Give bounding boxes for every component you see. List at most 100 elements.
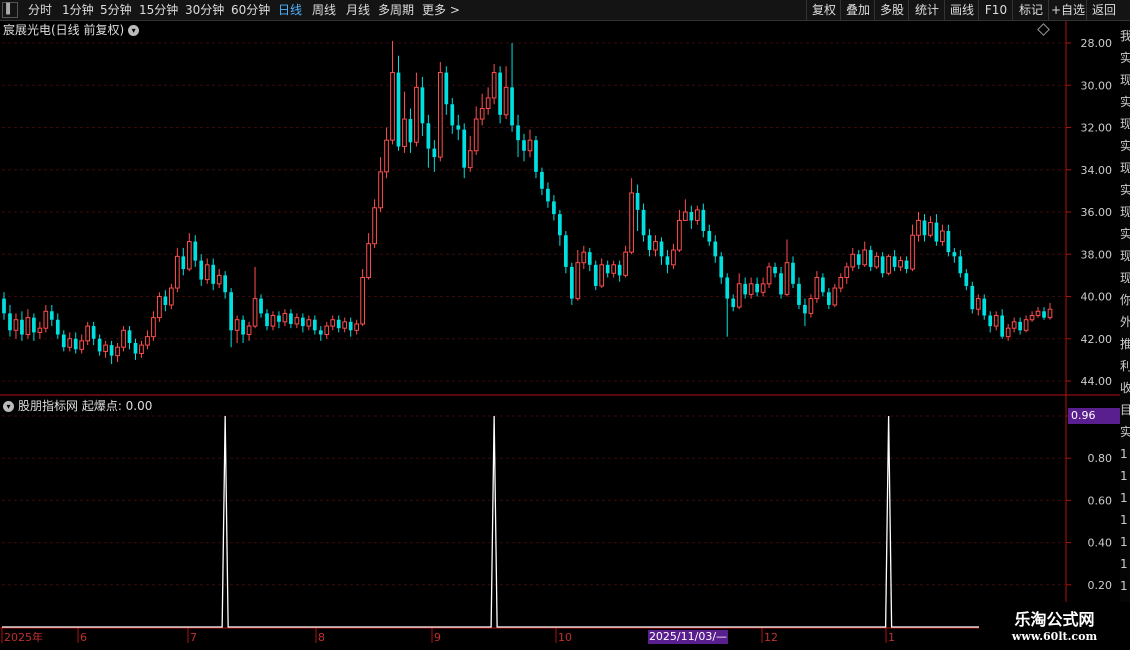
period-tab-3[interactable]: 15分钟 xyxy=(139,0,178,20)
candlestick-series[interactable] xyxy=(2,40,1053,365)
candle xyxy=(498,66,502,124)
candle xyxy=(516,114,520,158)
candle xyxy=(558,209,562,246)
side-info-char: 实 xyxy=(1120,183,1130,197)
side-info-char: 实 xyxy=(1120,51,1130,65)
candle xyxy=(719,252,724,284)
candle-body xyxy=(55,319,60,335)
candle xyxy=(736,273,742,310)
toolbar-button-5[interactable]: F10 xyxy=(978,0,1013,20)
candle-body xyxy=(647,235,652,251)
candle-body xyxy=(760,283,766,293)
side-info-char: 利 xyxy=(1120,359,1130,373)
chevron-down-icon[interactable]: ▾ xyxy=(128,25,140,36)
candle xyxy=(928,216,933,238)
candle-body xyxy=(898,260,903,268)
price-tick-label: 42.00 xyxy=(1081,333,1113,346)
candle xyxy=(432,140,437,172)
period-tab-2[interactable]: 5分钟 xyxy=(100,0,132,20)
candle xyxy=(892,250,897,272)
toolbar-button-3[interactable]: 统计 xyxy=(908,0,945,20)
toolbar-button-2[interactable]: 多股 xyxy=(874,0,909,20)
candle-body xyxy=(892,256,897,267)
candle-body xyxy=(736,283,742,308)
candle xyxy=(193,235,198,267)
candle-body xyxy=(181,256,186,270)
candle-body xyxy=(289,313,293,324)
candle xyxy=(485,87,491,115)
candle xyxy=(282,309,288,327)
side-info-char: 收 xyxy=(1120,381,1130,395)
candle-body xyxy=(61,334,66,348)
candle-body xyxy=(479,107,485,120)
candle xyxy=(826,288,831,310)
candle xyxy=(330,315,336,331)
period-tab-7[interactable]: 周线 xyxy=(312,0,336,20)
candle xyxy=(426,114,431,168)
candle xyxy=(61,330,66,352)
indicator-title[interactable]: ▾ 股朋指标网 起爆点: 0.00 xyxy=(3,398,152,414)
period-tab-1[interactable]: 1分钟 xyxy=(62,0,94,20)
candle-body xyxy=(186,241,192,270)
toolbar-button-1[interactable]: 叠加 xyxy=(840,0,875,20)
candle xyxy=(246,321,252,341)
candle-body xyxy=(593,264,598,286)
candle xyxy=(898,256,903,272)
candle-body xyxy=(115,346,120,357)
chevron-down-icon[interactable]: ▾ xyxy=(3,401,14,412)
candle xyxy=(223,271,228,299)
candle xyxy=(259,294,263,318)
period-tab-8[interactable]: 月线 xyxy=(346,0,370,20)
candle-body xyxy=(498,72,502,115)
candle xyxy=(503,66,509,120)
candle-body xyxy=(1047,308,1053,319)
menu-toggle-button[interactable]: ▌ xyxy=(2,2,18,18)
candle-body xyxy=(420,87,425,124)
period-tab-4[interactable]: 30分钟 xyxy=(185,0,224,20)
candle xyxy=(366,233,371,280)
side-info-char: 1 xyxy=(1120,579,1128,593)
toolbar-button-0[interactable]: 复权 xyxy=(806,0,841,20)
candle xyxy=(760,277,766,297)
candle xyxy=(25,309,31,339)
candle xyxy=(277,311,281,329)
period-tab-9[interactable]: 多周期 xyxy=(378,0,414,20)
candle-body xyxy=(1029,315,1035,321)
toolbar-button-7[interactable]: +自选 xyxy=(1048,0,1087,20)
candle-body xyxy=(821,277,825,293)
candle xyxy=(707,224,712,246)
candle xyxy=(611,260,617,278)
side-info-char: 1 xyxy=(1120,557,1128,571)
period-tab-0[interactable]: 分时 xyxy=(28,0,52,20)
candle xyxy=(289,309,293,329)
candle xyxy=(294,313,300,329)
toolbar-button-4[interactable]: 画线 xyxy=(944,0,979,20)
candle xyxy=(181,247,186,276)
candle-body xyxy=(623,251,628,276)
candle-body xyxy=(641,209,646,236)
candle xyxy=(653,235,658,257)
candle xyxy=(37,321,43,339)
price-tick-label: 32.00 xyxy=(1081,122,1113,135)
chart-title-text: 宸展光电(日线 前复权) xyxy=(3,23,125,37)
candle xyxy=(713,235,718,263)
toolbar-button-6[interactable]: 标记 xyxy=(1012,0,1049,20)
candle-body xyxy=(599,264,605,287)
candle xyxy=(552,195,556,221)
candle-body xyxy=(360,276,365,325)
candle-body xyxy=(426,123,431,149)
chart-title[interactable]: 宸展光电(日线 前复权) ▾ xyxy=(3,22,140,38)
candle xyxy=(779,266,783,299)
candle-body xyxy=(246,325,252,336)
candle-body xyxy=(157,296,162,319)
candle xyxy=(1035,307,1041,318)
candle-body xyxy=(587,252,592,265)
period-tab-10[interactable]: 更多 > xyxy=(422,0,460,20)
candle xyxy=(199,254,204,286)
candle-body xyxy=(886,255,891,274)
toolbar-button-8[interactable]: 返回 xyxy=(1086,0,1121,20)
period-tab-6[interactable]: 日线 xyxy=(278,0,302,20)
period-tab-5[interactable]: 60分钟 xyxy=(231,0,270,20)
candle xyxy=(1047,302,1053,320)
candle-body xyxy=(13,319,19,331)
